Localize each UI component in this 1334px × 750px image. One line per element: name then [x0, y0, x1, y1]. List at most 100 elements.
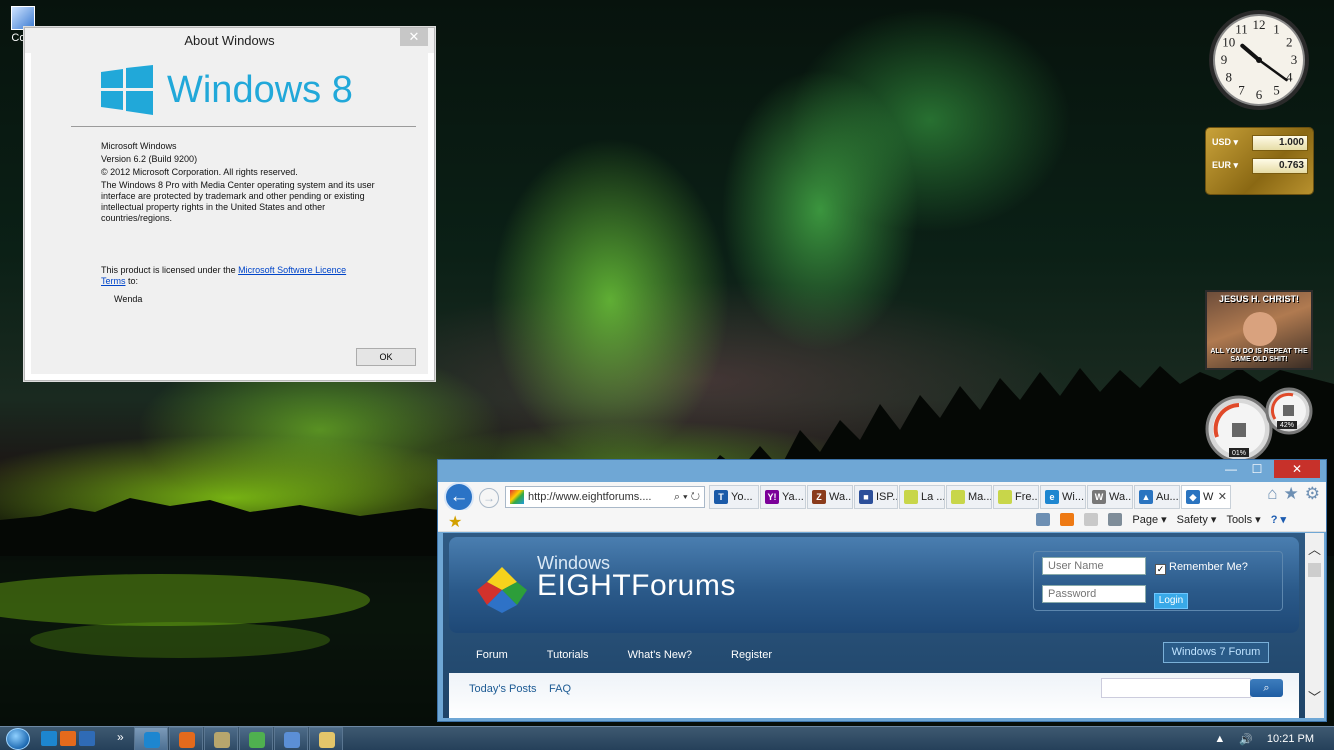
clock-gadget[interactable]: 12 12 3 45678 9 1011: [1207, 8, 1311, 112]
windows7-forum-button[interactable]: Windows 7 Forum: [1163, 642, 1269, 663]
browser-tab[interactable]: T Yo...: [709, 485, 759, 509]
browser-tab[interactable]: Fre...: [993, 485, 1039, 509]
todays-posts-link[interactable]: Today's Posts: [469, 683, 537, 695]
browser-tab[interactable]: Ma...: [946, 485, 992, 509]
scroll-up-icon[interactable]: ︿: [1308, 539, 1321, 558]
clock-numeral: 6: [1256, 87, 1263, 102]
ie-titlebar[interactable]: — ☐ ✕: [438, 460, 1326, 482]
address-bar[interactable]: http://www.eightforums.... ⌕ ▾ ↻: [505, 486, 705, 508]
quicklaunch-chevron[interactable]: »: [117, 730, 124, 744]
taskbar-app-button[interactable]: [169, 727, 203, 750]
tray-expand-icon[interactable]: ▲: [1214, 733, 1225, 746]
tools-menu[interactable]: Tools ▾: [1226, 513, 1260, 526]
taskbar-app-button[interactable]: [274, 727, 308, 750]
clock-numeral: 2: [1286, 35, 1293, 50]
clock-numeral: 4: [1286, 70, 1293, 85]
browser-tab[interactable]: e Wi...: [1040, 485, 1086, 509]
password-input[interactable]: [1042, 585, 1146, 603]
safety-menu[interactable]: Safety ▾: [1177, 513, 1217, 526]
browser-tab[interactable]: ▲ Au...: [1134, 485, 1180, 509]
vertical-scrollbar[interactable]: ︿ ﹀: [1305, 533, 1324, 718]
tab-label: W: [1203, 491, 1214, 503]
home-icon[interactable]: ⌂: [1267, 484, 1277, 504]
forum-nav-item[interactable]: Tutorials: [547, 645, 589, 669]
clock-numeral: 10: [1222, 35, 1235, 50]
browser-tab[interactable]: ■ISP...: [854, 485, 898, 509]
clock-time[interactable]: 10:21 PM: [1267, 733, 1314, 746]
add-favorite-icon[interactable]: ★: [448, 512, 462, 532]
tab-label: Wa...: [1109, 491, 1133, 503]
page-menu[interactable]: Page ▾: [1132, 513, 1166, 526]
faq-link[interactable]: FAQ: [549, 683, 571, 695]
currency-code[interactable]: USD ▾: [1212, 137, 1238, 148]
back-button[interactable]: ←: [444, 482, 474, 512]
remember-me-checkbox[interactable]: ✓: [1155, 564, 1166, 575]
forum-search-input[interactable]: [1101, 678, 1251, 698]
browser-tab[interactable]: La ...: [899, 485, 945, 509]
home-command-icon[interactable]: [1036, 513, 1051, 526]
forward-button[interactable]: →: [479, 488, 499, 508]
volume-icon[interactable]: 🔊: [1239, 733, 1253, 746]
browser-tab[interactable]: Z Wa...: [807, 485, 853, 509]
dialog-close-button[interactable]: ✕: [400, 28, 428, 46]
mail-icon[interactable]: [1084, 513, 1099, 526]
scroll-thumb[interactable]: [1308, 563, 1321, 577]
login-button[interactable]: Login: [1154, 593, 1188, 609]
remember-me-label: Remember Me?: [1169, 561, 1248, 573]
desktop-quicklaunch-icon[interactable]: [79, 731, 95, 746]
help-menu[interactable]: ? ▾: [1271, 513, 1286, 526]
maximize-button[interactable]: ☐: [1244, 460, 1270, 478]
username-input[interactable]: [1042, 557, 1146, 575]
app-icon: [179, 732, 195, 748]
ram-readout: 42%: [1280, 422, 1294, 429]
taskbar-app-button[interactable]: [134, 727, 168, 750]
address-actions[interactable]: ⌕ ▾ ↻: [671, 487, 700, 507]
browser-tab[interactable]: W Wa...: [1087, 485, 1133, 509]
print-icon[interactable]: [1108, 513, 1123, 526]
divider: [71, 126, 416, 127]
tab-label: Au...: [1156, 491, 1179, 503]
browser-buttons: ⌂ ★ ⚙: [1267, 484, 1320, 504]
forum-nav-item[interactable]: Forum: [476, 645, 508, 669]
tab-favicon-icon: Z: [812, 490, 826, 504]
tab-label: Ma...: [968, 491, 992, 503]
forum-nav-item[interactable]: What's New?: [628, 645, 692, 669]
version-text: Version 6.2 (Build 9200): [101, 154, 198, 164]
site-favicon-icon: [510, 490, 524, 504]
dialog-titlebar[interactable]: About Windows ✕: [25, 28, 434, 53]
forum-nav-item[interactable]: Register: [731, 645, 772, 669]
search-icon[interactable]: ⌕: [1250, 679, 1283, 697]
currency-gadget[interactable]: USD ▾ 1.000 EUR ▾ 0.763: [1206, 128, 1313, 194]
gear-icon[interactable]: ⚙: [1305, 484, 1320, 504]
command-bar: ★ Page ▾ Safety ▾ Tools ▾ ? ▾: [438, 510, 1326, 532]
start-button[interactable]: [6, 728, 30, 750]
picture-gadget[interactable]: JESUS H. CHRIST! ALL YOU DO IS REPEAT TH…: [1205, 290, 1313, 370]
picture-face: [1243, 312, 1277, 346]
currency-value[interactable]: 1.000: [1252, 135, 1308, 151]
scroll-down-icon[interactable]: ﹀: [1308, 687, 1321, 706]
clock-numeral: 3: [1291, 52, 1298, 67]
clock-numeral: 1: [1273, 22, 1280, 37]
favorites-star-icon[interactable]: ★: [1284, 484, 1299, 504]
browser-tab[interactable]: ◆ W ✕: [1181, 485, 1231, 509]
ok-button[interactable]: OK: [356, 348, 416, 366]
ie-quicklaunch-icon[interactable]: [41, 731, 57, 746]
close-tab-icon[interactable]: ✕: [1218, 486, 1227, 508]
currency-code[interactable]: EUR ▾: [1212, 160, 1238, 171]
tab-favicon-icon: [904, 490, 918, 504]
cpu-meter-gadget[interactable]: 01% 42%: [1205, 385, 1315, 463]
tab-favicon-icon: T: [714, 490, 728, 504]
taskbar-app-button[interactable]: [309, 727, 343, 750]
rss-icon[interactable]: [1060, 513, 1075, 526]
taskbar-app-button[interactable]: [239, 727, 273, 750]
media-quicklaunch-icon[interactable]: [60, 731, 76, 746]
currency-value[interactable]: 0.763: [1252, 158, 1308, 174]
eightforums-logo-icon: [477, 567, 527, 613]
minimize-button[interactable]: —: [1218, 460, 1244, 478]
taskbar-app-button[interactable]: [204, 727, 238, 750]
tab-favicon-icon: ▲: [1139, 490, 1153, 504]
tab-favicon-icon: ■: [859, 490, 873, 504]
close-button[interactable]: ✕: [1274, 460, 1320, 478]
clock-numeral: 12: [1253, 17, 1266, 32]
browser-tab[interactable]: Y! Ya...: [760, 485, 806, 509]
